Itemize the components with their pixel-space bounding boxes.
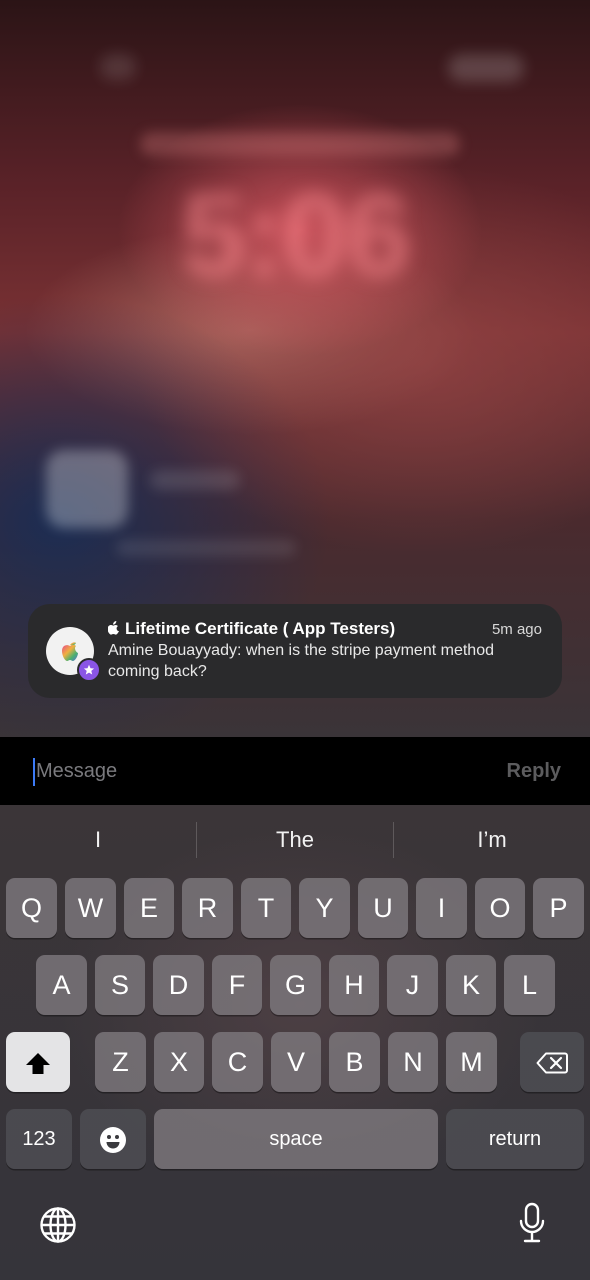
notification-time: 5m ago	[491, 621, 542, 638]
key-r[interactable]: R	[182, 878, 233, 938]
blurred-status-left	[100, 54, 136, 80]
suggestion-1[interactable]: I	[0, 814, 196, 866]
key-w[interactable]: W	[65, 878, 116, 938]
key-l[interactable]: L	[504, 955, 555, 1015]
key-q[interactable]: Q	[6, 878, 57, 938]
key-m[interactable]: M	[446, 1032, 497, 1092]
message-input[interactable]	[36, 753, 456, 789]
blurred-clock: 5:06	[180, 170, 411, 302]
key-k[interactable]: K	[446, 955, 496, 1015]
emoji-icon	[100, 1126, 126, 1153]
key-j[interactable]: J	[387, 955, 438, 1015]
key-a[interactable]: A	[36, 955, 87, 1015]
key-n[interactable]: N	[388, 1032, 438, 1092]
globe-icon[interactable]	[39, 1206, 77, 1244]
key-d[interactable]: D	[153, 955, 204, 1015]
suggestion-2[interactable]: The	[197, 814, 393, 866]
backspace-key[interactable]	[520, 1032, 584, 1092]
key-s[interactable]: S	[95, 955, 145, 1015]
microphone-icon[interactable]	[518, 1202, 546, 1244]
key-c[interactable]: C	[212, 1032, 263, 1092]
text-cursor	[33, 758, 35, 786]
notification-title-text: Lifetime Certificate ( App Testers)	[125, 619, 396, 638]
emoji-key[interactable]	[80, 1109, 146, 1169]
key-f[interactable]: F	[212, 955, 262, 1015]
key-p[interactable]: P	[533, 878, 584, 938]
suggestion-3[interactable]: I’m	[394, 814, 590, 866]
return-key[interactable]: return	[446, 1109, 584, 1169]
blurred-status-right	[448, 54, 524, 82]
key-i[interactable]: I	[416, 878, 467, 938]
blurred-date	[140, 132, 460, 156]
backspace-icon	[536, 1052, 568, 1074]
shift-key[interactable]	[6, 1032, 70, 1092]
notification-card[interactable]: Lifetime Certificate ( App Testers) 5m a…	[28, 604, 562, 698]
star-badge-icon	[77, 658, 101, 682]
key-t[interactable]: T	[241, 878, 291, 938]
blurred-widget	[46, 450, 128, 528]
space-key[interactable]: space	[154, 1109, 438, 1169]
notification-body: Amine Bouayyady: when is the stripe paym…	[108, 642, 494, 680]
app-icon	[46, 627, 101, 682]
numbers-key[interactable]: 123	[6, 1109, 72, 1169]
key-z[interactable]: Z	[95, 1032, 146, 1092]
notification-title: Lifetime Certificate ( App Testers)	[108, 619, 488, 639]
key-v[interactable]: V	[271, 1032, 321, 1092]
key-g[interactable]: G	[270, 955, 321, 1015]
blurred-widget-text	[150, 470, 240, 490]
blurred-line	[116, 540, 296, 556]
key-b[interactable]: B	[329, 1032, 380, 1092]
key-e[interactable]: E	[124, 878, 174, 938]
reply-button[interactable]: Reply	[507, 760, 561, 783]
key-x[interactable]: X	[154, 1032, 204, 1092]
key-u[interactable]: U	[358, 878, 408, 938]
key-y[interactable]: Y	[299, 878, 350, 938]
apple-icon	[108, 621, 119, 635]
key-o[interactable]: O	[475, 878, 525, 938]
shift-icon	[26, 1052, 50, 1074]
key-h[interactable]: H	[329, 955, 379, 1015]
